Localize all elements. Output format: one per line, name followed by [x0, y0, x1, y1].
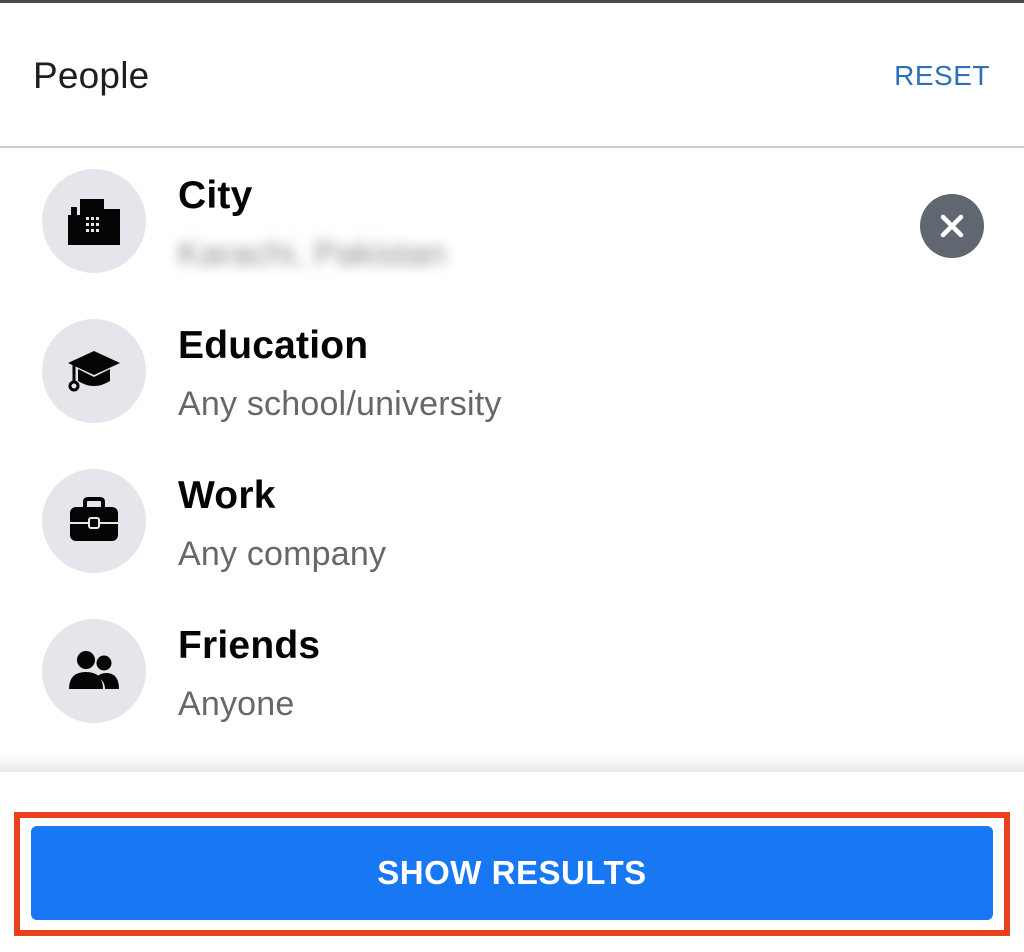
filter-title-city: City: [178, 174, 253, 217]
filter-row-city[interactable]: City Karachi, Pakistan: [0, 148, 1024, 298]
filter-value-friends: Anyone: [178, 685, 295, 723]
footer-shadow: [0, 752, 1024, 772]
filter-title-work: Work: [178, 474, 276, 517]
filter-row-friends[interactable]: Friends Anyone: [0, 598, 1024, 748]
filter-title-education: Education: [178, 324, 369, 367]
page-title: People: [33, 55, 150, 96]
filter-list: City Karachi, Pakistan Education Any sch…: [0, 148, 1024, 768]
reset-button[interactable]: RESET: [894, 60, 990, 92]
filter-row-education[interactable]: Education Any school/university: [0, 298, 1024, 448]
close-icon: [940, 214, 964, 238]
clear-city-button[interactable]: [920, 194, 984, 258]
people-icon: [42, 619, 146, 723]
show-results-button[interactable]: SHOW RESULTS: [31, 826, 993, 920]
filter-value-education: Any school/university: [178, 385, 502, 423]
filter-header: People RESET: [0, 3, 1024, 146]
graduation-cap-icon: [42, 319, 146, 423]
filter-title-friends: Friends: [178, 624, 321, 667]
building-icon: [42, 169, 146, 273]
filter-value-city: Karachi, Pakistan: [178, 235, 446, 273]
filter-row-work[interactable]: Work Any company: [0, 448, 1024, 598]
filter-value-work: Any company: [178, 535, 387, 573]
briefcase-icon: [42, 469, 146, 573]
